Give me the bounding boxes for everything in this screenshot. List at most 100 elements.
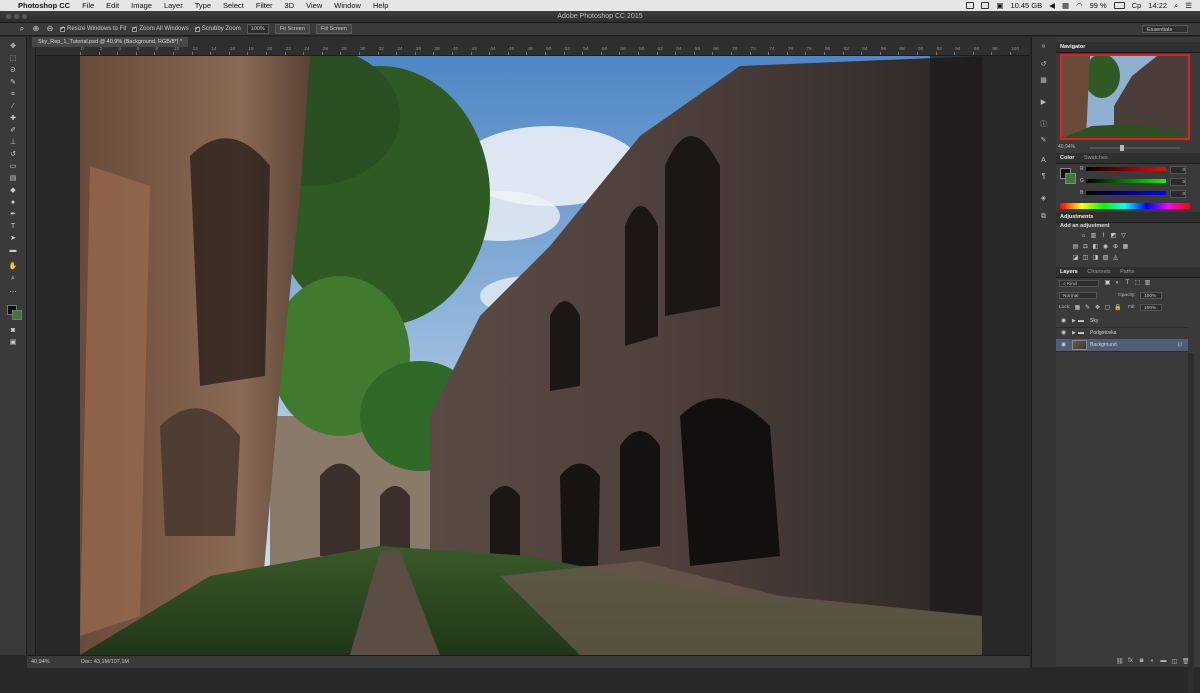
visibility-eye-icon[interactable]: ◉ (1061, 327, 1066, 339)
visibility-eye-icon[interactable]: ◉ (1061, 315, 1066, 327)
color-lookup-icon[interactable]: ▦ (1122, 244, 1129, 250)
menu-app-name[interactable]: Photoshop CC (16, 0, 76, 11)
visibility-eye-icon[interactable]: ◉ (1061, 339, 1066, 351)
move-tool-icon[interactable]: ✥ (8, 43, 18, 51)
menu-type[interactable]: Type (189, 0, 217, 11)
display-icon[interactable] (966, 2, 975, 9)
flag-icon[interactable]: ▦ (1062, 0, 1069, 11)
edit-toolbar-icon[interactable]: ⋯ (8, 289, 18, 297)
levels-icon[interactable]: ▥ (1090, 233, 1097, 239)
menu-3d[interactable]: 3D (279, 0, 301, 11)
navigator-zoom[interactable]: 40,94% (1058, 144, 1075, 150)
healing-brush-tool-icon[interactable]: ✚ (8, 115, 18, 123)
lock-position-icon[interactable]: ✥ (1094, 305, 1101, 311)
navigator-zoom-slider[interactable] (1090, 145, 1180, 151)
filter-smart-icon[interactable]: ▥ (1144, 280, 1151, 286)
tab-channels[interactable]: Channels (1083, 269, 1114, 275)
zoom-icon[interactable]: ⌕ (8, 275, 18, 283)
collapse-icon[interactable]: » (1039, 43, 1048, 51)
link-layers-icon[interactable]: ⛓ (1116, 658, 1124, 665)
horizontal-ruler[interactable]: 0 2 4 6 8 10 12 14 16 18 20 22 24 26 28 30 32 34 36 38 40 42 4… (35, 47, 1030, 56)
dodge-tool-icon[interactable]: ● (8, 199, 18, 207)
clone-source-icon[interactable]: ⧉ (1039, 213, 1048, 221)
selective-color-icon[interactable]: ◬ (1112, 255, 1119, 261)
layer-thumbnail[interactable] (1072, 340, 1087, 350)
character-icon[interactable]: A (1039, 157, 1048, 165)
invert-icon[interactable]: ◪ (1072, 255, 1079, 261)
search-icon[interactable]: ⌕ (1174, 0, 1178, 11)
pen-tool-icon[interactable]: ✒ (8, 211, 18, 219)
channel-mixer-icon[interactable]: ⊕ (1112, 244, 1119, 250)
channel-r-slider[interactable] (1086, 167, 1166, 171)
paragraph-icon[interactable]: ¶ (1039, 173, 1048, 181)
threshold-icon[interactable]: ◨ (1092, 255, 1099, 261)
layer-style-icon[interactable]: fx (1127, 658, 1134, 664)
type-tool-icon[interactable]: T (8, 223, 18, 231)
clock-day[interactable]: Ср (1132, 0, 1142, 11)
menu-layer[interactable]: Layer (158, 0, 189, 11)
new-group-icon[interactable]: ▬ (1160, 658, 1167, 664)
channel-g-value[interactable]: 0 (1170, 178, 1186, 186)
clock-time[interactable]: 14:22 (1148, 0, 1167, 11)
expand-arrow-icon[interactable]: ▶ (1072, 315, 1076, 327)
history-brush-tool-icon[interactable]: ↺ (8, 151, 18, 159)
menu-filter[interactable]: Filter (250, 0, 279, 11)
channel-g-slider[interactable] (1086, 179, 1166, 183)
brush-presets-icon[interactable]: ✎ (1039, 137, 1048, 145)
lock-transparent-icon[interactable]: ▦ (1074, 305, 1081, 311)
quick-mask-icon[interactable]: ◙ (8, 327, 18, 335)
menu-window[interactable]: Window (328, 0, 367, 11)
minimize-window-icon[interactable] (14, 14, 19, 19)
filter-adjustment-icon[interactable]: ◐ (1114, 280, 1121, 286)
zoom-out-icon[interactable]: ⊖ (46, 25, 54, 33)
document-tab[interactable]: Sky_Rep_1_Tutorial.psd @ 40,9% (Backgrou… (32, 37, 189, 47)
fit-screen-button[interactable]: Fit Screen (274, 24, 310, 34)
color-spectrum-ramp[interactable] (1060, 203, 1190, 209)
brush-tool-icon[interactable]: ✐ (8, 127, 18, 135)
menu-select[interactable]: Select (217, 0, 250, 11)
info-icon[interactable]: ⓘ (1039, 121, 1048, 129)
path-select-tool-icon[interactable]: ➤ (8, 235, 18, 243)
exposure-icon[interactable]: ◩ (1110, 233, 1117, 239)
channel-b-value[interactable]: 0 (1170, 190, 1186, 198)
lock-pixels-icon[interactable]: ✎ (1084, 305, 1091, 311)
menu-file[interactable]: File (76, 0, 100, 11)
wifi-icon[interactable]: ◠ (1076, 0, 1083, 11)
black-white-icon[interactable]: ◧ (1092, 244, 1099, 250)
styles-icon[interactable]: ◈ (1039, 195, 1048, 203)
new-layer-icon[interactable]: ◫ (1171, 658, 1178, 665)
filter-type-icon[interactable]: T (1124, 280, 1131, 286)
workspace-switcher[interactable]: Essentials (1142, 25, 1188, 33)
quick-select-tool-icon[interactable]: ✎ (8, 79, 18, 87)
expand-arrow-icon[interactable]: ▶ (1072, 327, 1076, 339)
color-balance-icon[interactable]: ⚖ (1082, 244, 1089, 250)
layer-filter-kind[interactable]: ⌕ Kind (1059, 280, 1099, 287)
curves-icon[interactable]: ⌇ (1100, 233, 1107, 239)
hue-saturation-icon[interactable]: ▤ (1072, 244, 1079, 250)
navigator-panel-header[interactable]: Navigator (1056, 42, 1200, 53)
channel-b-slider[interactable] (1086, 191, 1166, 195)
layers-scrollbar[interactable] (1188, 353, 1194, 693)
vibrance-icon[interactable]: ▽ (1120, 233, 1127, 239)
layer-name[interactable]: Sky (1090, 315, 1098, 327)
menu-edit[interactable]: Edit (100, 0, 125, 11)
add-mask-icon[interactable]: ◙ (1138, 658, 1145, 664)
properties-icon[interactable]: ▦ (1039, 77, 1048, 85)
lock-all-icon[interactable]: 🔒 (1114, 305, 1121, 311)
color-bg-swatch[interactable] (1065, 173, 1076, 184)
opacity-field[interactable]: 100% (1140, 292, 1162, 299)
blend-mode-select[interactable]: Normal (1059, 292, 1097, 299)
posterize-icon[interactable]: ◫ (1082, 255, 1089, 261)
crop-tool-icon[interactable]: ⌗ (8, 91, 18, 99)
vertical-ruler[interactable] (27, 47, 36, 655)
gradient-map-icon[interactable]: ▧ (1102, 255, 1109, 261)
clone-stamp-tool-icon[interactable]: ⊥ (8, 139, 18, 147)
filter-pixel-icon[interactable]: ▣ (1104, 280, 1111, 286)
blur-tool-icon[interactable]: ◆ (8, 187, 18, 195)
fill-screen-button[interactable]: Fill Screen (315, 24, 352, 34)
zoom-all-windows-checkbox[interactable]: Zoom All Windows (132, 25, 189, 32)
lock-artboard-icon[interactable]: ▢ (1104, 305, 1111, 311)
tab-swatches[interactable]: Swatches (1080, 155, 1112, 161)
eyedropper-tool-icon[interactable]: ⁄ (8, 103, 18, 111)
gradient-tool-icon[interactable]: ▤ (8, 175, 18, 183)
